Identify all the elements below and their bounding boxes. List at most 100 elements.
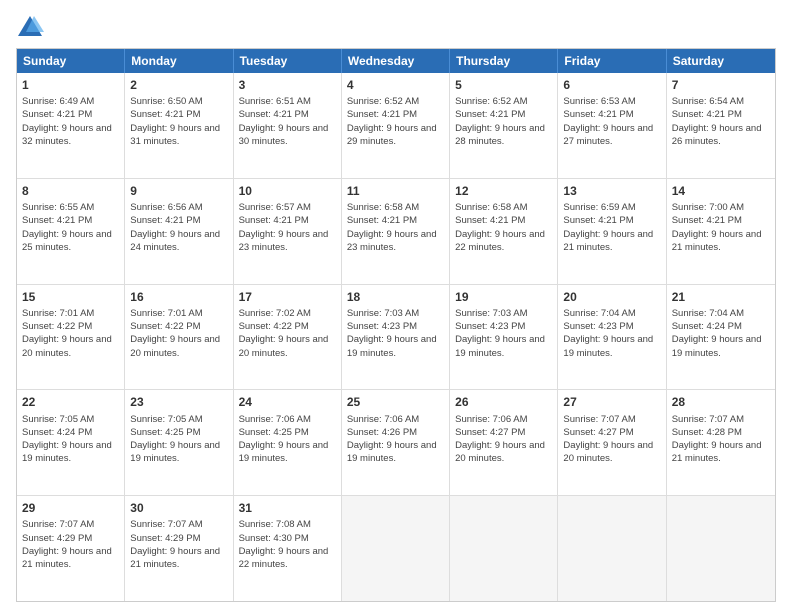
calendar-cell: 31 Sunrise: 7:08 AMSunset: 4:30 PMDayligh… bbox=[234, 496, 342, 601]
day-number: 9 bbox=[130, 183, 227, 199]
cell-text: Sunrise: 6:58 AMSunset: 4:21 PMDaylight:… bbox=[455, 201, 552, 254]
header-day: Saturday bbox=[667, 49, 775, 73]
day-number: 26 bbox=[455, 394, 552, 410]
calendar-row: 22 Sunrise: 7:05 AMSunset: 4:24 PMDayligh… bbox=[17, 390, 775, 496]
header-day: Monday bbox=[125, 49, 233, 73]
logo bbox=[16, 12, 48, 40]
cell-text: Sunrise: 6:57 AMSunset: 4:21 PMDaylight:… bbox=[239, 201, 336, 254]
calendar-cell: 22 Sunrise: 7:05 AMSunset: 4:24 PMDayligh… bbox=[17, 390, 125, 495]
day-number: 18 bbox=[347, 289, 444, 305]
cell-text: Sunrise: 6:52 AMSunset: 4:21 PMDaylight:… bbox=[347, 95, 444, 148]
calendar-cell: 17 Sunrise: 7:02 AMSunset: 4:22 PMDayligh… bbox=[234, 285, 342, 390]
cell-text: Sunrise: 7:05 AMSunset: 4:25 PMDaylight:… bbox=[130, 413, 227, 466]
day-number: 1 bbox=[22, 77, 119, 93]
day-number: 14 bbox=[672, 183, 770, 199]
calendar-row: 8 Sunrise: 6:55 AMSunset: 4:21 PMDaylight… bbox=[17, 179, 775, 285]
day-number: 29 bbox=[22, 500, 119, 516]
calendar-row: 29 Sunrise: 7:07 AMSunset: 4:29 PMDayligh… bbox=[17, 496, 775, 601]
calendar-page: SundayMondayTuesdayWednesdayThursdayFrid… bbox=[0, 0, 792, 612]
day-number: 25 bbox=[347, 394, 444, 410]
calendar-cell: 2 Sunrise: 6:50 AMSunset: 4:21 PMDaylight… bbox=[125, 73, 233, 178]
calendar-cell bbox=[667, 496, 775, 601]
day-number: 8 bbox=[22, 183, 119, 199]
day-number: 7 bbox=[672, 77, 770, 93]
cell-text: Sunrise: 7:07 AMSunset: 4:27 PMDaylight:… bbox=[563, 413, 660, 466]
calendar-cell: 18Sunrise: 7:03 AMSunset: 4:23 PMDayligh… bbox=[342, 285, 450, 390]
calendar-cell: 30Sunrise: 7:07 AMSunset: 4:29 PMDayligh… bbox=[125, 496, 233, 601]
calendar-cell: 15Sunrise: 7:01 AMSunset: 4:22 PMDayligh… bbox=[17, 285, 125, 390]
cell-text: Sunrise: 7:06 AMSunset: 4:25 PMDaylight:… bbox=[239, 413, 336, 466]
day-number: 17 bbox=[239, 289, 336, 305]
day-number: 10 bbox=[239, 183, 336, 199]
calendar-cell: 10 Sunrise: 6:57 AMSunset: 4:21 PMDayligh… bbox=[234, 179, 342, 284]
calendar-cell: 6Sunrise: 6:53 AMSunset: 4:21 PMDaylight… bbox=[558, 73, 666, 178]
calendar-cell: 26 Sunrise: 7:06 AMSunset: 4:27 PMDayligh… bbox=[450, 390, 558, 495]
cell-text: Sunrise: 6:51 AMSunset: 4:21 PMDaylight:… bbox=[239, 95, 336, 148]
calendar-cell: 7Sunrise: 6:54 AMSunset: 4:21 PMDaylight… bbox=[667, 73, 775, 178]
day-number: 16 bbox=[130, 289, 227, 305]
cell-text: Sunrise: 6:56 AMSunset: 4:21 PMDaylight:… bbox=[130, 201, 227, 254]
day-number: 5 bbox=[455, 77, 552, 93]
calendar-cell: 25 Sunrise: 7:06 AMSunset: 4:26 PMDayligh… bbox=[342, 390, 450, 495]
header-day: Sunday bbox=[17, 49, 125, 73]
cell-text: Sunrise: 7:07 AMSunset: 4:29 PMDaylight:… bbox=[130, 518, 227, 571]
day-number: 6 bbox=[563, 77, 660, 93]
calendar-cell: 1 Sunrise: 6:49 AMSunset: 4:21 PMDaylight… bbox=[17, 73, 125, 178]
calendar-row: 1 Sunrise: 6:49 AMSunset: 4:21 PMDaylight… bbox=[17, 73, 775, 179]
logo-icon bbox=[16, 12, 44, 40]
calendar-header: SundayMondayTuesdayWednesdayThursdayFrid… bbox=[17, 49, 775, 73]
cell-text: Sunrise: 6:58 AMSunset: 4:21 PMDaylight:… bbox=[347, 201, 444, 254]
cell-text: Sunrise: 7:04 AMSunset: 4:24 PMDaylight:… bbox=[672, 307, 770, 360]
header-day: Tuesday bbox=[234, 49, 342, 73]
cell-text: Sunrise: 6:49 AMSunset: 4:21 PMDaylight:… bbox=[22, 95, 119, 148]
day-number: 3 bbox=[239, 77, 336, 93]
header bbox=[16, 12, 776, 40]
calendar-cell: 16 Sunrise: 7:01 AMSunset: 4:22 PMDayligh… bbox=[125, 285, 233, 390]
day-number: 19 bbox=[455, 289, 552, 305]
header-day: Friday bbox=[558, 49, 666, 73]
day-number: 11 bbox=[347, 183, 444, 199]
day-number: 12 bbox=[455, 183, 552, 199]
day-number: 13 bbox=[563, 183, 660, 199]
cell-text: Sunrise: 6:55 AMSunset: 4:21 PMDaylight:… bbox=[22, 201, 119, 254]
calendar-cell: 24 Sunrise: 7:06 AMSunset: 4:25 PMDayligh… bbox=[234, 390, 342, 495]
cell-text: Sunrise: 7:05 AMSunset: 4:24 PMDaylight:… bbox=[22, 413, 119, 466]
cell-text: Sunrise: 6:50 AMSunset: 4:21 PMDaylight:… bbox=[130, 95, 227, 148]
cell-text: Sunrise: 7:08 AMSunset: 4:30 PMDaylight:… bbox=[239, 518, 336, 571]
cell-text: Sunrise: 6:52 AMSunset: 4:21 PMDaylight:… bbox=[455, 95, 552, 148]
day-number: 24 bbox=[239, 394, 336, 410]
cell-text: Sunrise: 7:01 AMSunset: 4:22 PMDaylight:… bbox=[22, 307, 119, 360]
day-number: 20 bbox=[563, 289, 660, 305]
calendar-row: 15Sunrise: 7:01 AMSunset: 4:22 PMDayligh… bbox=[17, 285, 775, 391]
calendar-cell: 9 Sunrise: 6:56 AMSunset: 4:21 PMDaylight… bbox=[125, 179, 233, 284]
cell-text: Sunrise: 6:59 AMSunset: 4:21 PMDaylight:… bbox=[563, 201, 660, 254]
day-number: 22 bbox=[22, 394, 119, 410]
cell-text: Sunrise: 7:01 AMSunset: 4:22 PMDaylight:… bbox=[130, 307, 227, 360]
day-number: 27 bbox=[563, 394, 660, 410]
calendar-cell: 28Sunrise: 7:07 AMSunset: 4:28 PMDayligh… bbox=[667, 390, 775, 495]
day-number: 28 bbox=[672, 394, 770, 410]
day-number: 21 bbox=[672, 289, 770, 305]
cell-text: Sunrise: 7:00 AMSunset: 4:21 PMDaylight:… bbox=[672, 201, 770, 254]
calendar-cell: 19 Sunrise: 7:03 AMSunset: 4:23 PMDayligh… bbox=[450, 285, 558, 390]
cell-text: Sunrise: 7:03 AMSunset: 4:23 PMDaylight:… bbox=[455, 307, 552, 360]
day-number: 2 bbox=[130, 77, 227, 93]
cell-text: Sunrise: 7:06 AMSunset: 4:27 PMDaylight:… bbox=[455, 413, 552, 466]
calendar-cell: 3 Sunrise: 6:51 AMSunset: 4:21 PMDaylight… bbox=[234, 73, 342, 178]
calendar-cell bbox=[558, 496, 666, 601]
calendar-cell: 4 Sunrise: 6:52 AMSunset: 4:21 PMDaylight… bbox=[342, 73, 450, 178]
cell-text: Sunrise: 7:04 AMSunset: 4:23 PMDaylight:… bbox=[563, 307, 660, 360]
day-number: 23 bbox=[130, 394, 227, 410]
calendar-body: 1 Sunrise: 6:49 AMSunset: 4:21 PMDaylight… bbox=[17, 73, 775, 601]
cell-text: Sunrise: 7:02 AMSunset: 4:22 PMDaylight:… bbox=[239, 307, 336, 360]
day-number: 31 bbox=[239, 500, 336, 516]
calendar-cell: 29Sunrise: 7:07 AMSunset: 4:29 PMDayligh… bbox=[17, 496, 125, 601]
calendar-cell: 5 Sunrise: 6:52 AMSunset: 4:21 PMDaylight… bbox=[450, 73, 558, 178]
cell-text: Sunrise: 7:06 AMSunset: 4:26 PMDaylight:… bbox=[347, 413, 444, 466]
day-number: 4 bbox=[347, 77, 444, 93]
calendar-cell: 20 Sunrise: 7:04 AMSunset: 4:23 PMDayligh… bbox=[558, 285, 666, 390]
header-day: Wednesday bbox=[342, 49, 450, 73]
header-day: Thursday bbox=[450, 49, 558, 73]
calendar-cell: 8 Sunrise: 6:55 AMSunset: 4:21 PMDaylight… bbox=[17, 179, 125, 284]
calendar-cell: 27 Sunrise: 7:07 AMSunset: 4:27 PMDayligh… bbox=[558, 390, 666, 495]
